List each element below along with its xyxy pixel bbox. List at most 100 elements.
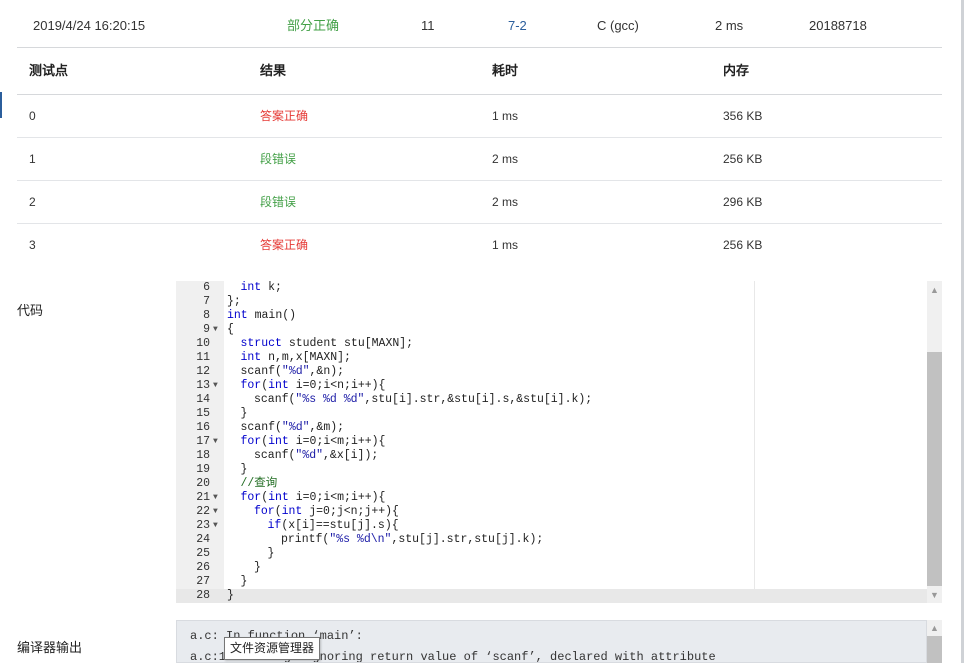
line-number: 27	[196, 575, 210, 588]
submission-summary-row: 2019/4/24 16:20:15 部分正确 11 7-2 C (gcc) 2…	[17, 0, 942, 48]
header-time: 耗时	[492, 63, 519, 78]
testcase-row: 3 答案正确 1 ms 256 KB	[17, 224, 942, 266]
line-number: 17	[196, 435, 210, 448]
line-number: 26	[196, 561, 210, 574]
line-number: 18	[196, 449, 210, 462]
line-number: 10	[196, 337, 210, 350]
code-line: 21 ▼ for(int i=0;i<m;i++){	[176, 491, 942, 505]
code-text: }	[240, 407, 248, 420]
code-text: {	[227, 323, 234, 336]
code-text: scanf("%s %d %d",stu[i].str,&stu[i].s,&s…	[254, 393, 593, 406]
testcase-result: 答案正确	[260, 238, 309, 252]
code-text: for(int i=0;i<m;i++){	[240, 435, 386, 448]
fold-toggle-icon[interactable]: ▼	[213, 519, 218, 533]
code-line: 13 ▼ for(int i=0;i<n;i++){	[176, 379, 942, 393]
line-number: 21	[196, 491, 210, 504]
submission-runtime: 2 ms	[715, 18, 744, 33]
line-number: 25	[196, 547, 210, 560]
code-line: 25}	[176, 547, 942, 561]
code-text: };	[227, 295, 241, 308]
line-number: 28	[196, 589, 210, 602]
code-text: scanf("%d",&m);	[240, 421, 345, 434]
code-line: 12 scanf("%d",&n);	[176, 365, 942, 379]
code-text: for(int j=0;j<n;j++){	[254, 505, 399, 518]
header-memory: 内存	[723, 63, 750, 78]
testcase-time: 1 ms	[492, 109, 519, 123]
code-text: //查询	[240, 477, 278, 490]
code-line: 18 scanf("%d",&x[i]);	[176, 449, 942, 463]
code-line: 14 scanf("%s %d %d",stu[i].str,&stu[i].s,…	[176, 393, 942, 407]
code-line: 28}	[176, 589, 942, 603]
line-number: 19	[196, 463, 210, 476]
line-number: 15	[196, 407, 210, 420]
code-line: 16 scanf("%d",&m);	[176, 421, 942, 435]
code-text: printf("%s %d\n",stu[j].str,stu[j].k);	[281, 533, 544, 546]
code-text: for(int i=0;i<m;i++){	[240, 491, 386, 504]
code-text: }	[267, 547, 275, 560]
submission-status: 部分正确	[287, 18, 340, 33]
fold-toggle-icon[interactable]: ▼	[213, 379, 218, 393]
code-text: int n,m,x[MAXN];	[240, 351, 351, 364]
code-line: 17 ▼ for(int i=0;i<m;i++){	[176, 435, 942, 449]
line-number: 20	[196, 477, 210, 490]
testcase-memory: 256 KB	[723, 238, 763, 252]
code-text: for(int i=0;i<n;i++){	[240, 379, 386, 392]
code-label: 代码	[17, 303, 44, 318]
code-line: 11 int n,m,x[MAXN];	[176, 351, 942, 365]
code-text: }	[240, 575, 248, 588]
fold-toggle-icon[interactable]: ▼	[213, 435, 218, 449]
code-line: 26}	[176, 561, 942, 575]
line-number: 8	[203, 309, 210, 322]
line-number: 23	[196, 519, 210, 532]
code-line: 10 struct student stu[MAXN];	[176, 337, 942, 351]
code-line: 15}	[176, 407, 942, 421]
code-text: scanf("%d",&x[i]);	[254, 449, 379, 462]
scroll-up-icon[interactable]: ▲	[927, 283, 942, 297]
line-number: 9	[203, 323, 210, 336]
line-number: 12	[196, 365, 210, 378]
fold-toggle-icon[interactable]: ▼	[213, 505, 218, 519]
code-line: 24 printf("%s %d\n",stu[j].str,stu[j].k);	[176, 533, 942, 547]
line-number: 13	[196, 379, 210, 392]
submission-user: 20188718	[809, 18, 867, 33]
taskbar-tooltip: 文件资源管理器	[224, 637, 321, 660]
testcase-id: 3	[29, 238, 36, 252]
code-line: 22 ▼ for(int j=0;j<n;j++){	[176, 505, 942, 519]
submission-time: 2019/4/24 16:20:15	[33, 18, 146, 33]
code-text: scanf("%d",&n);	[240, 365, 345, 378]
code-line: 19}	[176, 463, 942, 477]
testcase-memory: 296 KB	[723, 195, 763, 209]
code-line: 27}	[176, 575, 942, 589]
testcase-time: 2 ms	[492, 152, 519, 166]
output-scroll-up-icon[interactable]: ▲	[927, 621, 942, 635]
testcase-id: 2	[29, 195, 36, 209]
code-line: 7};	[176, 295, 942, 309]
editor-scrollbar-thumb[interactable]	[927, 352, 942, 586]
testcase-row: 1 段错误 2 ms 256 KB	[17, 138, 942, 181]
code-text: int k;	[240, 281, 282, 294]
code-text: int main()	[227, 309, 297, 322]
code-line: 20 //查询	[176, 477, 942, 491]
submission-score: 11	[421, 18, 435, 33]
code-line: 23 ▼ if(x[i]==stu[j].s){	[176, 519, 942, 533]
code-editor[interactable]: 6 int k; 7}; 8 int main() 9 ▼{10 struct student…	[176, 281, 942, 603]
testcase-result: 答案正确	[260, 109, 309, 123]
code-text: if(x[i]==stu[j].s){	[267, 519, 399, 532]
testcase-table-header: 测试点 结果 耗时 内存	[17, 48, 942, 95]
header-result: 结果	[260, 63, 287, 78]
code-line: 8 int main()	[176, 309, 942, 323]
left-edge-marker	[0, 92, 2, 118]
testcase-time: 2 ms	[492, 195, 519, 209]
code-line: 9 ▼ {	[176, 323, 942, 337]
submission-compiler: C (gcc)	[597, 18, 639, 33]
output-scrollbar-thumb[interactable]	[927, 636, 942, 663]
testcase-result: 段错误	[260, 195, 297, 209]
code-text: }	[254, 561, 261, 574]
problem-link[interactable]: 7-2	[508, 0, 527, 52]
line-number: 11	[196, 351, 210, 364]
fold-toggle-icon[interactable]: ▼	[213, 491, 218, 505]
fold-toggle-icon[interactable]: ▼	[213, 323, 218, 337]
line-number: 24	[196, 533, 210, 546]
scroll-down-icon[interactable]: ▼	[927, 588, 942, 602]
testcase-row: 2 段错误 2 ms 296 KB	[17, 181, 942, 224]
